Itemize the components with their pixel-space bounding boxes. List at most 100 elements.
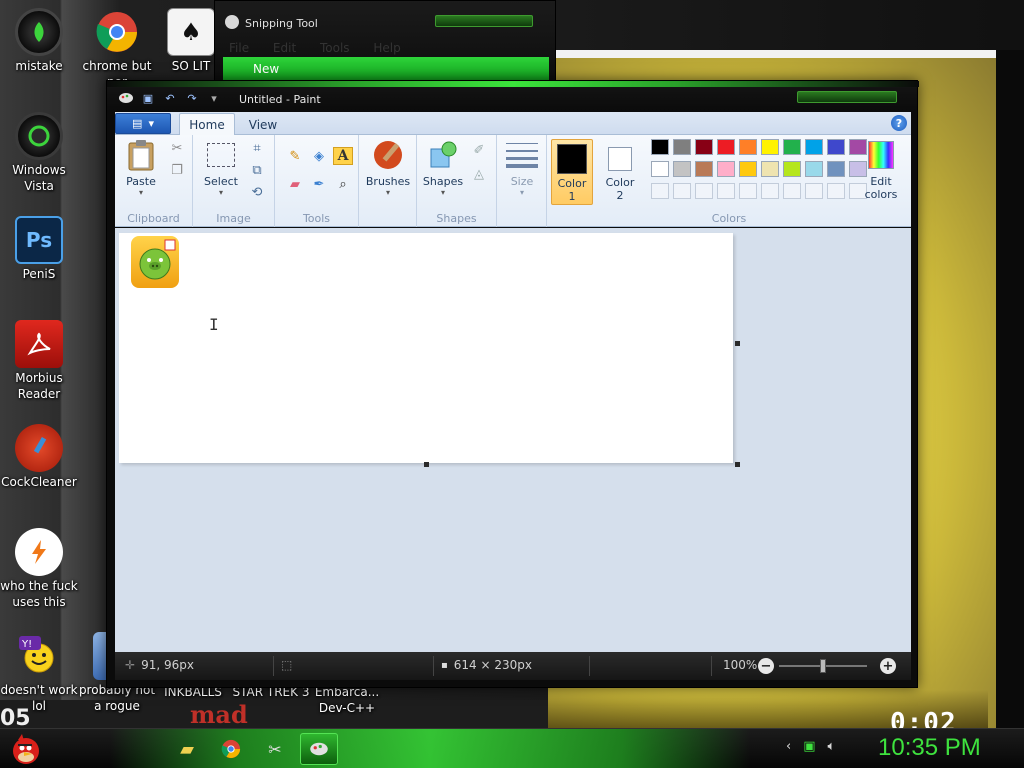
color2-button[interactable]: Color 2 — [599, 139, 641, 202]
color-swatch[interactable] — [717, 139, 735, 155]
rotate-icon[interactable]: ⟲ — [247, 183, 267, 201]
zoom-out-button[interactable]: − — [758, 658, 774, 674]
color-swatch[interactable] — [673, 139, 691, 155]
fill-icon[interactable]: ◈ — [309, 147, 329, 165]
crop-icon[interactable]: ⌗ — [247, 139, 267, 157]
resize-handle-right[interactable] — [735, 341, 740, 346]
paint-icon — [310, 742, 328, 756]
custom-color-slot[interactable] — [695, 183, 713, 199]
desktop-icon-devcpp[interactable]: Embarca... Dev-C++ — [308, 684, 386, 716]
desktop-icon-cockcleaner[interactable]: CockCleaner — [0, 424, 78, 490]
paste-button[interactable]: Paste ▾ — [121, 139, 161, 197]
copy-icon[interactable]: ❐ — [167, 161, 187, 179]
desktop-icon-chrome[interactable]: chrome but nor — [78, 8, 156, 90]
network-icon[interactable]: ▣ — [803, 739, 815, 754]
desktop-icon-windows-vista[interactable]: Windows Vista — [0, 112, 78, 194]
taskbar-snipping-tool[interactable]: ✂ — [256, 733, 294, 765]
taskbar-explorer[interactable]: ▰ — [168, 733, 206, 765]
zoom-slider-thumb[interactable] — [820, 659, 826, 673]
taskbar-chrome[interactable] — [212, 733, 250, 765]
zoom-in-button[interactable]: + — [880, 658, 896, 674]
eraser-icon[interactable]: ▰ — [285, 175, 305, 193]
desktop-icon-morbius-reader[interactable]: Morbius Reader — [0, 320, 78, 402]
color1-button[interactable]: Color 1 — [551, 139, 593, 205]
custom-color-slot[interactable] — [827, 183, 845, 199]
customize-qat-icon[interactable]: ▾ — [205, 90, 223, 106]
paint-app-icon[interactable] — [117, 90, 135, 106]
wallpaper-text-right: 0:02 — [890, 708, 957, 728]
help-icon[interactable]: ? — [891, 115, 907, 131]
shapes-button[interactable]: Shapes ▾ — [421, 139, 465, 197]
text-icon[interactable]: A — [333, 147, 353, 165]
taskbar-paint[interactable] — [300, 733, 338, 765]
color-swatch[interactable] — [805, 139, 823, 155]
shape-fill-icon[interactable]: ◬ — [469, 165, 489, 183]
taskbar: ▰ ✂ ‹ ▣ 🔈︎ 10:35 PM — [0, 728, 1024, 768]
outline-icon[interactable]: ✐ — [469, 141, 489, 159]
tab-view[interactable]: View — [239, 113, 287, 136]
color-swatch[interactable] — [783, 139, 801, 155]
custom-color-slot[interactable] — [651, 183, 669, 199]
size-button[interactable]: Size ▾ — [503, 139, 541, 197]
color-swatch[interactable] — [761, 139, 779, 155]
window-controls[interactable] — [435, 15, 533, 27]
photoshop-icon: Ps — [15, 216, 63, 264]
resize-handle-bottom[interactable] — [424, 462, 429, 467]
desktop-icon-penis[interactable]: Ps PeniS — [0, 216, 78, 282]
resize-handle-corner[interactable] — [735, 462, 740, 467]
menu-icon: ▤ — [132, 117, 143, 130]
magnifier-icon[interactable]: ⌕ — [333, 175, 353, 193]
color-swatch[interactable] — [761, 161, 779, 177]
color-swatch[interactable] — [651, 161, 669, 177]
taskbar-clock[interactable]: 10:35 PM — [878, 734, 981, 762]
volume-icon[interactable]: 🔈︎ — [828, 739, 836, 754]
undo-icon[interactable]: ↶ — [161, 90, 179, 106]
edit-colors-button[interactable]: Edit colors — [857, 139, 905, 201]
custom-color-slot[interactable] — [739, 183, 757, 199]
snipping-tool-window[interactable]: Snipping Tool File Edit Tools Help New — [214, 0, 556, 86]
color-swatch[interactable] — [651, 139, 669, 155]
bad-piggies-icon — [131, 236, 179, 288]
paint-window[interactable]: ▣ ↶ ↷ ▾ Untitled - Paint ▤ ▾ Home View ? … — [106, 80, 919, 688]
color-swatch[interactable] — [739, 139, 757, 155]
select-button[interactable]: Select ▾ — [201, 139, 241, 197]
custom-color-slot[interactable] — [761, 183, 779, 199]
color-swatch[interactable] — [739, 161, 757, 177]
desktop-icon-who-uses-this[interactable]: who the fuck uses this — [0, 528, 78, 610]
menu-edit[interactable]: Edit — [273, 41, 296, 55]
pencil-icon[interactable]: ✎ — [285, 147, 305, 165]
color-swatch[interactable] — [717, 161, 735, 177]
show-hidden-icons[interactable]: ‹ — [786, 739, 791, 754]
menu-file[interactable]: File — [229, 41, 249, 55]
tab-home[interactable]: Home — [179, 113, 235, 136]
color-swatch[interactable] — [805, 161, 823, 177]
brushes-button[interactable]: Brushes ▾ — [365, 139, 411, 197]
color-picker-icon[interactable]: ✒ — [309, 175, 329, 193]
new-snip-button[interactable]: New — [253, 62, 279, 76]
window-controls[interactable] — [797, 91, 897, 103]
color-swatch[interactable] — [695, 139, 713, 155]
cut-icon[interactable]: ✂ — [167, 139, 187, 157]
start-button[interactable] — [6, 729, 46, 768]
menu-tools[interactable]: Tools — [320, 41, 350, 55]
paint-menu-button[interactable]: ▤ ▾ — [115, 113, 171, 134]
redo-icon[interactable]: ↷ — [183, 90, 201, 106]
canvas-area[interactable]: I — [115, 228, 911, 652]
color-swatch[interactable] — [695, 161, 713, 177]
custom-color-slot[interactable] — [783, 183, 801, 199]
save-icon[interactable]: ▣ — [139, 90, 157, 106]
custom-color-slot[interactable] — [717, 183, 735, 199]
color-swatch[interactable] — [783, 161, 801, 177]
custom-color-slot[interactable] — [805, 183, 823, 199]
color-swatch[interactable] — [673, 161, 691, 177]
color-swatch[interactable] — [827, 139, 845, 155]
custom-color-slot[interactable] — [673, 183, 691, 199]
desktop-icon-mistake[interactable]: mistake — [0, 8, 78, 74]
desktop-icon-doesnt-work[interactable]: Y! doesn't work lol — [0, 632, 78, 714]
razer-icon — [15, 8, 63, 56]
menu-help[interactable]: Help — [373, 41, 400, 55]
resize-icon[interactable]: ⧉ — [247, 161, 267, 179]
drawing-canvas[interactable]: I — [119, 233, 733, 463]
color1-index: 1 — [568, 190, 576, 203]
color-swatch[interactable] — [827, 161, 845, 177]
